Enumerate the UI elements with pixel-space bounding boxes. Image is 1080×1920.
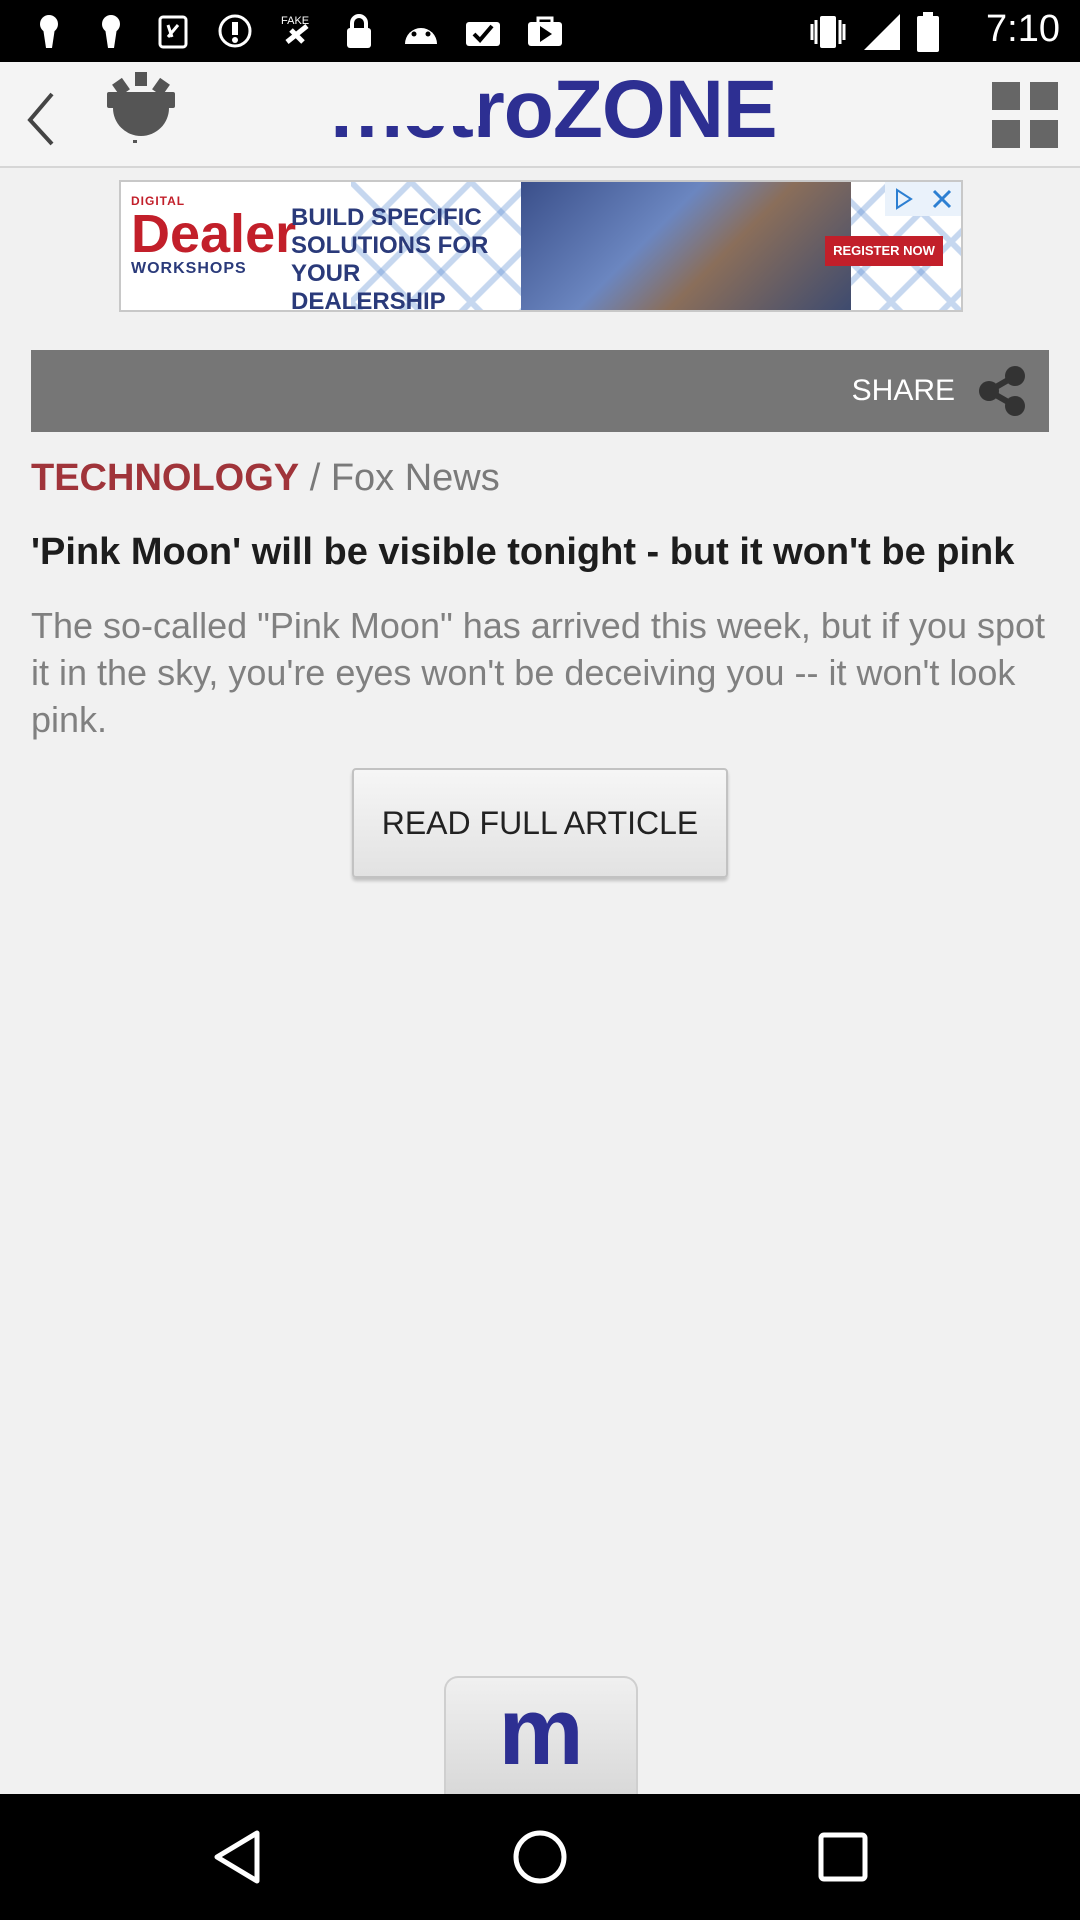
nav-back-button[interactable] [192, 1814, 282, 1900]
android-icon [390, 10, 452, 52]
ad-image [521, 182, 851, 310]
article-source: Fox News [330, 457, 500, 499]
ad-register-button[interactable]: REGISTER NOW [825, 236, 943, 266]
back-arrow-icon [27, 92, 54, 146]
article-meta: TECHNOLOGY / Fox News [31, 454, 500, 502]
circle-home-icon [513, 1830, 567, 1884]
menu-grid-button[interactable] [992, 82, 1060, 150]
app-logo: metroZONE [330, 70, 830, 150]
meta-separator: / [309, 457, 321, 499]
article-summary: The so-called "Pink Moon" has arrived th… [31, 605, 1046, 740]
logo-suffix: ZONE [552, 70, 778, 150]
battery-icon [916, 12, 940, 57]
bottom-tab-logo: m [498, 1678, 584, 1785]
read-full-article-button[interactable]: READ FULL ARTICLE [352, 768, 728, 878]
logo-overlap-mask [330, 70, 480, 126]
play-store-icon [514, 10, 576, 52]
notification-icons: FAKE [18, 10, 576, 52]
article-category[interactable]: TECHNOLOGY [31, 457, 299, 499]
vibrate-icon [808, 12, 848, 57]
gear-icon [107, 72, 175, 143]
task-icon [452, 10, 514, 52]
ad-controls [885, 182, 961, 216]
nav-recents-button[interactable] [798, 1814, 888, 1900]
back-button[interactable] [10, 74, 70, 154]
keyhole-icon [18, 10, 80, 52]
keyhole-icon [80, 10, 142, 52]
app-icon [142, 10, 204, 52]
status-bar: FAKE 7:10 [0, 0, 1080, 62]
fake-gps-icon: FAKE [266, 10, 328, 52]
system-nav-bar [0, 1794, 1080, 1920]
nav-home-button[interactable] [495, 1814, 585, 1900]
signal-icon [862, 12, 902, 57]
lock-icon [328, 10, 390, 52]
clock: 7:10 [986, 8, 1060, 50]
triangle-back-icon [214, 1830, 260, 1884]
share-label: SHARE [851, 374, 955, 407]
bottom-home-tab[interactable]: m [444, 1676, 638, 1796]
share-bar[interactable]: SHARE [31, 350, 1049, 432]
square-recents-icon [818, 1832, 868, 1882]
settings-button[interactable] [95, 70, 185, 154]
app-header: metroZONE [0, 62, 1080, 168]
ad-banner[interactable]: DIGITAL Dealer WORKSHOPS BUILD SPECIFIC … [119, 180, 963, 312]
close-icon[interactable] [923, 182, 961, 216]
ad-brand: Dealer [131, 204, 297, 264]
system-indicators [808, 12, 940, 57]
ad-choices-icon[interactable] [885, 182, 923, 216]
info-icon [204, 10, 266, 52]
grid-icon [992, 82, 1058, 148]
share-icon [979, 366, 1025, 416]
ad-text: BUILD SPECIFIC SOLUTIONS FOR YOUR DEALER… [291, 204, 489, 312]
article-headline[interactable]: 'Pink Moon' will be visible tonight - bu… [31, 528, 1061, 576]
ad-brand-block: DIGITAL Dealer WORKSHOPS [131, 194, 297, 278]
